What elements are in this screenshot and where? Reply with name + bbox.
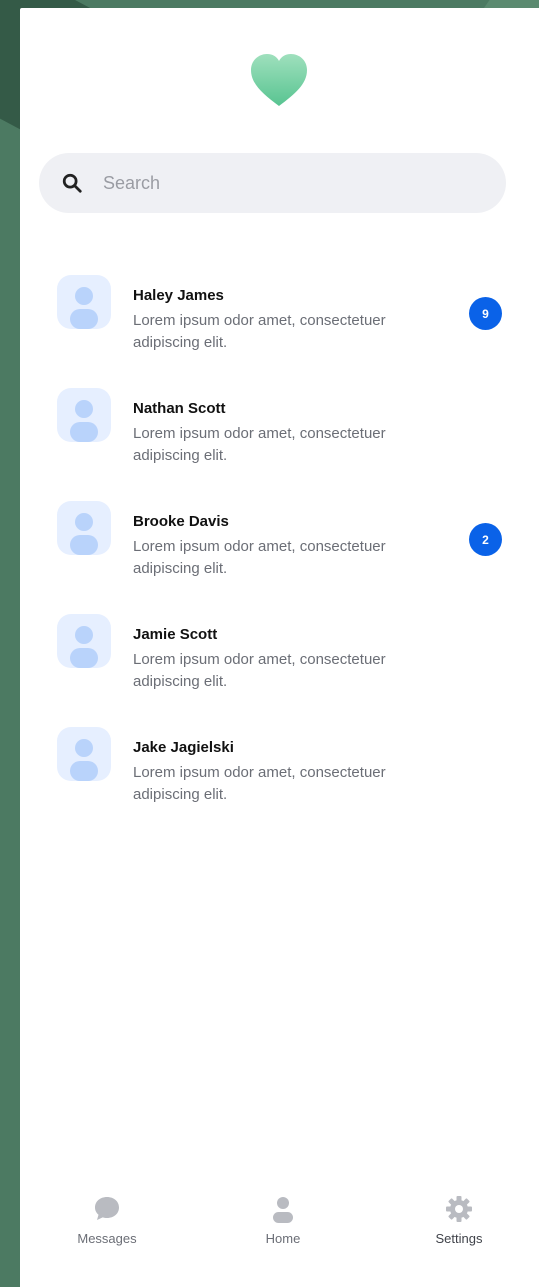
user-icon xyxy=(57,501,111,555)
chat-list-item[interactable]: Nathan Scott Lorem ipsum odor amet, cons… xyxy=(20,386,539,499)
contact-name: Jamie Scott xyxy=(133,626,218,643)
chat-list-item[interactable]: Jake Jagielski Lorem ipsum odor amet, co… xyxy=(20,725,539,838)
contact-name: Nathan Scott xyxy=(133,400,226,417)
tab-messages-label: Messages xyxy=(77,1231,137,1246)
tab-messages[interactable]: Messages xyxy=(52,1177,162,1246)
bottom-tab-bar: Messages Home Settings xyxy=(20,1177,539,1287)
message-preview: Lorem ipsum odor amet, consectetuer adip… xyxy=(133,764,386,803)
search-input[interactable] xyxy=(103,172,463,194)
user-icon xyxy=(57,614,111,668)
message-preview: Lorem ipsum odor amet, consectetuer adip… xyxy=(133,312,386,351)
chat-list: Haley James Lorem ipsum odor amet, conse… xyxy=(20,273,539,838)
contact-name: Jake Jagielski xyxy=(133,739,234,756)
person-icon xyxy=(273,1197,293,1223)
unread-badge: 9 xyxy=(469,297,502,330)
chat-list-item[interactable]: Jamie Scott Lorem ipsum odor amet, conse… xyxy=(20,612,539,725)
heart-icon xyxy=(251,54,307,106)
chat-bubble-icon xyxy=(95,1197,119,1220)
search-bar[interactable] xyxy=(39,153,506,213)
user-icon xyxy=(57,275,111,329)
contact-name: Haley James xyxy=(133,287,224,304)
tab-settings-label: Settings xyxy=(435,1231,483,1246)
gear-icon xyxy=(446,1196,472,1222)
user-icon xyxy=(57,388,111,442)
contact-name: Brooke Davis xyxy=(133,513,229,530)
message-preview: Lorem ipsum odor amet, consectetuer adip… xyxy=(133,538,386,577)
chat-list-item[interactable]: Haley James Lorem ipsum odor amet, conse… xyxy=(20,273,539,386)
message-preview: Lorem ipsum odor amet, consectetuer adip… xyxy=(133,425,386,464)
tab-home-label: Home xyxy=(265,1231,301,1246)
chat-list-item[interactable]: Brooke Davis Lorem ipsum odor amet, cons… xyxy=(20,499,539,612)
unread-badge: 2 xyxy=(469,523,502,556)
message-preview: Lorem ipsum odor amet, consectetuer adip… xyxy=(133,651,386,690)
user-icon xyxy=(57,727,111,781)
app-screen: Haley James Lorem ipsum odor amet, conse… xyxy=(20,8,539,1287)
tab-settings[interactable]: Settings xyxy=(404,1177,514,1246)
tab-home[interactable]: Home xyxy=(228,1177,338,1246)
search-icon xyxy=(62,173,82,193)
